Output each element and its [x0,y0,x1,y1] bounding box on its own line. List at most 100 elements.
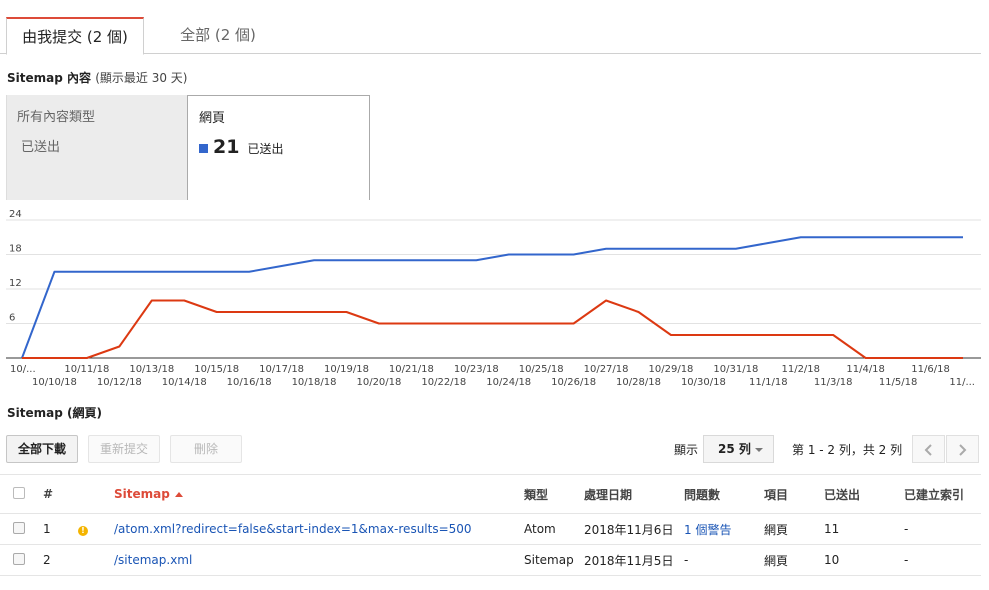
col-indexed[interactable]: 已建立索引 [904,474,981,514]
row-processed-date: 2018年11月5日 [584,544,684,576]
x-tick-label: 10/10/18 [32,377,77,388]
x-tick-label: 10/15/18 [194,364,239,375]
tab-all[interactable]: 全部 (2 個) [163,17,273,54]
series-color-swatch [199,144,208,153]
sitemap-link[interactable]: /sitemap.xml [114,553,192,567]
chevron-down-icon [755,448,763,452]
x-tick-label: 10/21/18 [389,364,434,375]
row-checkbox-cell [0,544,37,576]
sitemap-table: # Sitemap 類型 處理日期 問題數 項目 已送出 已建立索引 1 ! /… [0,474,981,576]
x-tick-label: 10/13/18 [129,364,174,375]
x-tick-label: 10/31/18 [713,364,758,375]
sitemap-content-subtitle: (顯示最近 30 天) [95,71,188,85]
y-tick-label: 18 [9,244,22,255]
content-type-card-all[interactable]: 所有內容類型 已送出 [6,95,187,200]
table-header-row: # Sitemap 類型 處理日期 問題數 項目 已送出 已建立索引 [0,474,981,514]
col-sitemap[interactable]: Sitemap [114,474,524,514]
delete-button[interactable]: 刪除 [170,435,242,463]
row-submitted: 10 [824,544,904,576]
x-tick-label: 11/2/18 [781,364,820,375]
x-tick-label: 10/18/18 [292,377,337,388]
x-tick-label: 10/24/18 [486,377,531,388]
x-tick-label: 10/17/18 [259,364,304,375]
col-items[interactable]: 項目 [764,474,824,514]
row-indexed: - [904,544,981,576]
x-tick-label: 11/6/18 [911,364,950,375]
card-web-unit: 已送出 [247,142,284,156]
tab-bar: 由我提交 (2 個) 全部 (2 個) [0,17,981,55]
x-tick-label: 11/1/18 [749,377,788,388]
col-index: # [37,474,78,514]
chevron-right-icon [959,444,967,456]
x-tick-label: 10/28/18 [616,377,661,388]
warning-icon[interactable]: ! [78,526,88,536]
row-type: Atom [524,513,584,545]
x-tick-label: 10/29/18 [649,364,694,375]
x-tick-label: 10/20/18 [356,377,401,388]
x-tick-label: 10/19/18 [324,364,369,375]
row-sitemap: /atom.xml?redirect=false&start-index=1&m… [114,513,524,545]
x-tick-label: 10/30/18 [681,377,726,388]
card-all-sub-label: 已送出 [21,140,61,155]
card-web-label: 網頁 [199,111,226,126]
sitemap-web-subtitle: (網頁) [67,406,102,420]
resubmit-button[interactable]: 重新提交 [88,435,160,463]
x-tick-label: 10/27/18 [584,364,629,375]
series-line-1 [21,236,963,359]
download-all-button[interactable]: 全部下載 [6,435,78,463]
content-type-card-web[interactable]: 網頁 21 已送出 [187,95,370,200]
x-tick-label: 10/22/18 [421,377,466,388]
submitted-chart: 6 12 18 24 10/... 10/11/18 10/13/18 10/15/18 10/… [6,210,981,388]
row-index: 1 [37,513,78,545]
select-all-checkbox[interactable] [13,486,25,499]
rows-per-page-select[interactable]: 25 列 [703,435,774,463]
sitemap-content-title: Sitemap 內容 (顯示最近 30 天) [7,69,187,86]
table-row: 2 /sitemap.xml Sitemap 2018年11月5日 - 網頁 1… [0,544,981,576]
rows-per-page-label: 顯示 [674,443,699,457]
prev-page-button[interactable] [912,435,945,463]
row-submitted: 11 [824,513,904,545]
sitemap-content-title-text: Sitemap 內容 [7,71,92,85]
row-items: 網頁 [764,513,824,545]
select-all-cell [0,474,37,514]
tab-submitted-by-me[interactable]: 由我提交 (2 個) [6,17,144,55]
x-tick-label: 10/26/18 [551,377,596,388]
row-issues: 1 個警告 [684,513,764,545]
card-web-stat: 21 已送出 [199,136,283,158]
row-checkbox[interactable] [13,552,25,565]
row-status-cell: ! [78,513,114,545]
col-sitemap-label: Sitemap [114,487,170,501]
col-processed-date[interactable]: 處理日期 [584,474,684,514]
row-issues: - [684,544,764,576]
x-tick-label: 11/... [949,377,975,388]
y-tick-label: 6 [9,313,15,324]
x-tick-label: 10/... [10,364,36,375]
x-tick-label: 10/16/18 [227,377,272,388]
series-line-2 [22,299,963,359]
row-checkbox[interactable] [13,521,25,534]
chevron-left-icon [924,444,932,456]
card-web-value: 21 [213,136,240,158]
x-tick-label: 10/25/18 [519,364,564,375]
col-submitted[interactable]: 已送出 [824,474,904,514]
row-type: Sitemap [524,544,584,576]
x-tick-label: 11/4/18 [846,364,885,375]
x-tick-label: 10/23/18 [454,364,499,375]
row-index: 2 [37,544,78,576]
issues-link[interactable]: 1 個警告 [684,523,731,537]
row-checkbox-cell [0,513,37,545]
pagination-range: 第 1 - 2 列，共 2 列 [792,443,903,457]
x-tick-label: 11/5/18 [879,377,918,388]
col-type[interactable]: 類型 [524,474,584,514]
row-processed-date: 2018年11月6日 [584,513,684,545]
sitemap-web-title-text: Sitemap [7,406,63,420]
sitemap-web-title: Sitemap (網頁) [7,404,102,421]
col-issues[interactable]: 問題數 [684,474,764,514]
next-page-button[interactable] [946,435,979,463]
sitemap-link[interactable]: /atom.xml?redirect=false&start-index=1&m… [114,522,472,536]
row-indexed: - [904,513,981,545]
y-tick-label: 24 [9,210,22,220]
rows-per-page-value: 25 列 [718,442,751,456]
row-items: 網頁 [764,544,824,576]
y-tick-label: 12 [9,278,22,289]
